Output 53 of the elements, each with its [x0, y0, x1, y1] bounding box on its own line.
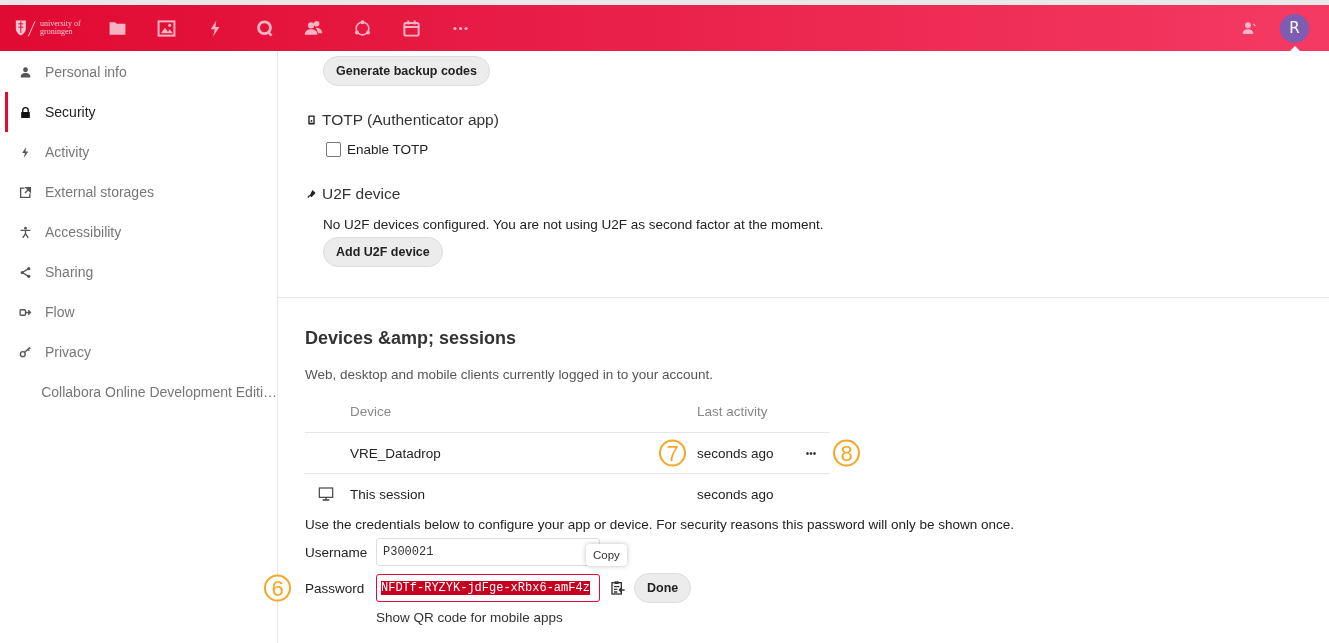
- lock-icon: [18, 105, 32, 119]
- tooltip: Copy: [586, 544, 627, 566]
- sidebar-item[interactable]: Accessibility: [0, 212, 277, 252]
- done-button[interactable]: Done: [634, 573, 692, 603]
- chat-bubble-icon[interactable]: [255, 18, 274, 38]
- phone-icon: [306, 114, 317, 126]
- field-label: Username: [305, 544, 369, 560]
- section-heading: U2F device: [322, 185, 401, 203]
- show-qr-code-link[interactable]: Show QR code for mobile apps: [376, 610, 600, 625]
- section-heading: TOTP (Authenticator app): [322, 111, 499, 129]
- avatar[interactable]: R: [1280, 13, 1309, 43]
- sidebar-item[interactable]: Sharing: [0, 252, 277, 292]
- circles-icon[interactable]: [353, 18, 372, 38]
- password-field[interactable]: NFDTf-RYZYK-jdFge-xRbx6-amF4z: [376, 574, 600, 602]
- section-title: Devices &amp; sessions: [305, 328, 518, 349]
- sidebar-item[interactable]: Activity: [0, 132, 277, 172]
- table-cell: VRE_Datadrop: [350, 445, 441, 461]
- logo-text: university of groningen: [40, 20, 81, 36]
- sidebar-item[interactable]: Collabora Online Development Editi…: [0, 372, 277, 412]
- checkbox-label: Enable TOTP: [347, 142, 429, 157]
- callout-number: 6: [264, 574, 291, 602]
- sidebar-item[interactable]: Privacy: [0, 332, 277, 372]
- sidebar-item[interactable]: Personal info: [0, 52, 277, 92]
- people-icon[interactable]: [304, 18, 323, 38]
- callout-number: 7: [659, 439, 686, 467]
- external-link-icon: [18, 185, 32, 199]
- monitor-icon: [317, 486, 334, 502]
- callout-number: 8: [833, 439, 860, 467]
- copy-icon[interactable]: [610, 580, 626, 596]
- more-button[interactable]: •••: [805, 447, 817, 459]
- person-icon: [18, 65, 32, 79]
- calendar-icon[interactable]: [402, 18, 421, 38]
- sidebar-item[interactable]: Security: [0, 92, 277, 132]
- table-cell: seconds ago: [697, 486, 774, 502]
- column-header: Last activity: [697, 404, 769, 419]
- add-u2f-device-button[interactable]: Add U2F device: [323, 237, 443, 267]
- info-text: No U2F devices configured. You are not using U2F as second factor at the moment.: [323, 217, 825, 232]
- sidebar-item[interactable]: External storages: [0, 172, 277, 212]
- key-icon: [18, 345, 32, 359]
- sidebar-item[interactable]: Flow: [0, 292, 277, 332]
- contacts-menu-icon[interactable]: [1242, 20, 1258, 36]
- table-cell: seconds ago: [697, 445, 774, 461]
- column-header: Device: [350, 404, 393, 419]
- usb-key-icon: [306, 188, 317, 200]
- image-icon[interactable]: [157, 18, 176, 38]
- generate-backup-codes-button[interactable]: Generate backup codes: [323, 56, 491, 86]
- checkbox[interactable]: [326, 142, 341, 157]
- share-icon: [18, 265, 32, 279]
- info-text: Use the credentials below to configure your app or device. For security reasons this password will only be shown once.: [305, 517, 1016, 532]
- section-description: Web, desktop and mobile clients currently logged in to your account.: [305, 367, 714, 382]
- table-cell: This session: [350, 486, 426, 502]
- accessibility-icon: [18, 225, 32, 239]
- field-label: Password: [305, 580, 365, 596]
